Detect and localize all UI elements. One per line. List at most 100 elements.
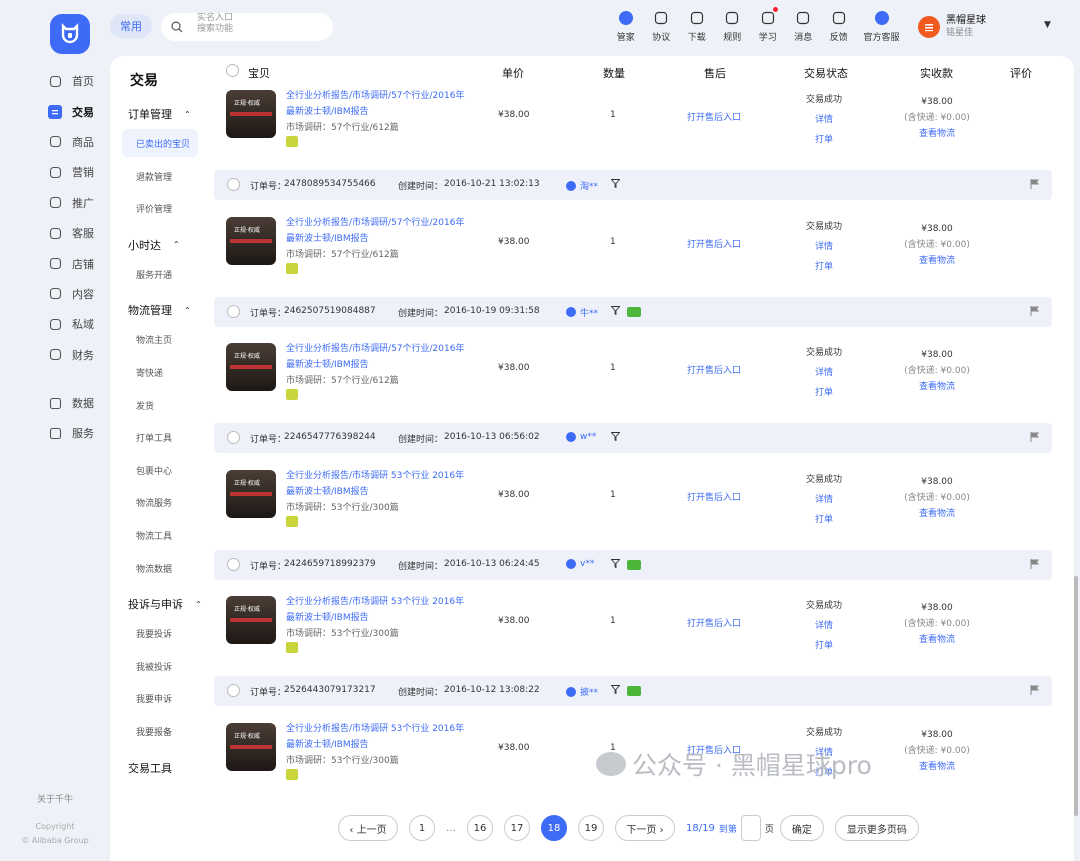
- side-sub-item[interactable]: 我要申诉: [136, 692, 172, 705]
- after-sale-link[interactable]: 打开售后入口: [687, 237, 741, 250]
- tool-5[interactable]: 消息: [786, 10, 822, 43]
- buyer-link[interactable]: 牛**: [566, 306, 598, 319]
- tool-6[interactable]: 反馈: [821, 10, 857, 43]
- user-menu[interactable]: 黑帽星球 铭星佳: [918, 14, 986, 40]
- print-link[interactable]: 打单: [806, 130, 842, 150]
- flag-icon[interactable]: [1030, 179, 1039, 189]
- side-sub-item[interactable]: 服务开通: [136, 268, 172, 281]
- rail-item2-1[interactable]: 服务: [0, 418, 110, 448]
- side-sub-item[interactable]: 退款管理: [136, 170, 172, 183]
- show-more-pages-button[interactable]: 显示更多页码: [834, 815, 919, 841]
- side-group-0[interactable]: 订单管理 ⌃: [128, 106, 191, 122]
- scrollbar[interactable]: [1074, 576, 1078, 816]
- chat-icon[interactable]: [627, 559, 641, 570]
- detail-link[interactable]: 详情: [806, 110, 842, 130]
- rail-item-0[interactable]: 首页: [0, 66, 110, 96]
- order-checkbox[interactable]: [227, 431, 240, 445]
- goto-page-input[interactable]: [740, 815, 761, 841]
- side-sub-item[interactable]: 包裹中心: [136, 464, 172, 477]
- side-sub-item[interactable]: 评价管理: [136, 202, 172, 215]
- logistics-link[interactable]: 查看物流: [902, 632, 972, 648]
- search-input[interactable]: 实名入口 搜索功能: [161, 13, 333, 41]
- detail-link[interactable]: 详情: [806, 237, 842, 257]
- page-1[interactable]: 1: [409, 815, 435, 841]
- tool-0[interactable]: 管家: [608, 10, 644, 43]
- next-page-button[interactable]: 下一页 ›: [615, 815, 675, 841]
- logistics-link[interactable]: 查看物流: [902, 379, 972, 395]
- side-sub-item[interactable]: 已卖出的宝贝: [122, 129, 198, 157]
- tool-2[interactable]: 下载: [679, 10, 715, 43]
- about-link[interactable]: 关于千牛: [0, 792, 110, 805]
- print-link[interactable]: 打单: [806, 636, 842, 656]
- side-sub-item[interactable]: 打单工具: [136, 431, 172, 444]
- buyer-link[interactable]: 淘**: [566, 179, 598, 192]
- product-title-link[interactable]: 全行业分析报告/市场调研/57个行业/2016年最新波士顿/IBM报告: [286, 215, 466, 247]
- tool-1[interactable]: 协议: [644, 10, 680, 43]
- rail-item-7[interactable]: 内容: [0, 279, 110, 309]
- chat-icon[interactable]: [627, 306, 641, 317]
- logistics-link[interactable]: 查看物流: [902, 253, 972, 269]
- filter-icon[interactable]: [610, 558, 621, 571]
- print-link[interactable]: 打单: [806, 257, 842, 277]
- rail-item-2[interactable]: 商品: [0, 127, 110, 157]
- rail-item-1[interactable]: 交易: [0, 96, 110, 126]
- print-link[interactable]: 打单: [806, 383, 842, 403]
- after-sale-link[interactable]: 打开售后入口: [687, 490, 741, 503]
- page-17[interactable]: 17: [504, 815, 530, 841]
- rail-item-3[interactable]: 营销: [0, 157, 110, 187]
- side-sub-item[interactable]: 物流数据: [136, 562, 172, 575]
- product-thumbnail[interactable]: 正规·权威: [226, 596, 276, 645]
- select-all-checkbox[interactable]: [226, 64, 239, 77]
- product-thumbnail[interactable]: 正规·权威: [226, 90, 276, 138]
- side-sub-item[interactable]: 我被投诉: [136, 660, 172, 673]
- side-sub-item[interactable]: 物流主页: [136, 333, 172, 346]
- filter-icon[interactable]: [610, 432, 621, 444]
- buyer-link[interactable]: 披**: [566, 685, 598, 698]
- side-sub-item[interactable]: 发货: [136, 399, 154, 412]
- side-group-1[interactable]: 小时达 ⌃: [128, 237, 180, 253]
- product-title-link[interactable]: 全行业分析报告/市场调研 53个行业 2016年最新波士顿/IBM报告: [286, 721, 466, 753]
- flag-icon[interactable]: [1030, 305, 1039, 316]
- order-checkbox[interactable]: [227, 178, 240, 191]
- detail-link[interactable]: 详情: [806, 616, 842, 636]
- filter-icon[interactable]: [610, 179, 621, 191]
- filter-icon[interactable]: [610, 685, 621, 697]
- product-thumbnail[interactable]: 正规·权威: [226, 343, 276, 392]
- after-sale-link[interactable]: 打开售后入口: [687, 110, 741, 123]
- rail-item-8[interactable]: 私域: [0, 309, 110, 339]
- flag-icon[interactable]: [1030, 432, 1039, 443]
- side-sub-item[interactable]: 我要投诉: [136, 627, 172, 640]
- chat-icon[interactable]: [627, 686, 641, 697]
- side-sub-item[interactable]: 物流工具: [136, 529, 172, 542]
- side-sub-item[interactable]: 寄快递: [136, 366, 163, 379]
- tool-4[interactable]: 学习: [750, 7, 786, 43]
- page-16[interactable]: 16: [467, 815, 493, 841]
- logistics-link[interactable]: 查看物流: [902, 506, 972, 522]
- print-link[interactable]: 打单: [806, 510, 842, 530]
- page-19[interactable]: 19: [578, 815, 604, 841]
- rail-item2-0[interactable]: 数据: [0, 388, 110, 418]
- flag-icon[interactable]: [1030, 685, 1039, 696]
- product-thumbnail[interactable]: 正规·权威: [226, 469, 276, 518]
- side-group-3[interactable]: 投诉与申诉 ⌃: [128, 596, 202, 612]
- logistics-link[interactable]: 查看物流: [902, 759, 972, 775]
- product-thumbnail[interactable]: 正规·权威: [226, 216, 276, 265]
- product-title-link[interactable]: 全行业分析报告/市场调研 53个行业 2016年最新波士顿/IBM报告: [286, 468, 466, 500]
- after-sale-link[interactable]: 打开售后入口: [687, 363, 741, 376]
- product-title-link[interactable]: 全行业分析报告/市场调研/57个行业/2016年最新波士顿/IBM报告: [286, 341, 466, 373]
- after-sale-link[interactable]: 打开售后入口: [687, 616, 741, 629]
- rail-item-9[interactable]: 财务: [0, 340, 110, 370]
- side-group-2[interactable]: 物流管理 ⌃: [128, 302, 191, 318]
- detail-link[interactable]: 详情: [806, 490, 842, 510]
- tool-3[interactable]: 规则: [715, 10, 751, 43]
- logistics-link[interactable]: 查看物流: [902, 126, 972, 142]
- order-checkbox[interactable]: [227, 684, 240, 698]
- rail-item-6[interactable]: 店铺: [0, 248, 110, 278]
- order-checkbox[interactable]: [227, 557, 240, 571]
- filter-icon[interactable]: [610, 305, 621, 318]
- order-checkbox[interactable]: [227, 304, 240, 318]
- prev-page-button[interactable]: ‹ 上一页: [338, 815, 398, 841]
- rail-item-4[interactable]: 推广: [0, 188, 110, 218]
- product-title-link[interactable]: 全行业分析报告/市场调研/57个行业/2016年最新波士顿/IBM报告: [286, 88, 466, 120]
- frequent-pill[interactable]: 常用: [110, 14, 152, 38]
